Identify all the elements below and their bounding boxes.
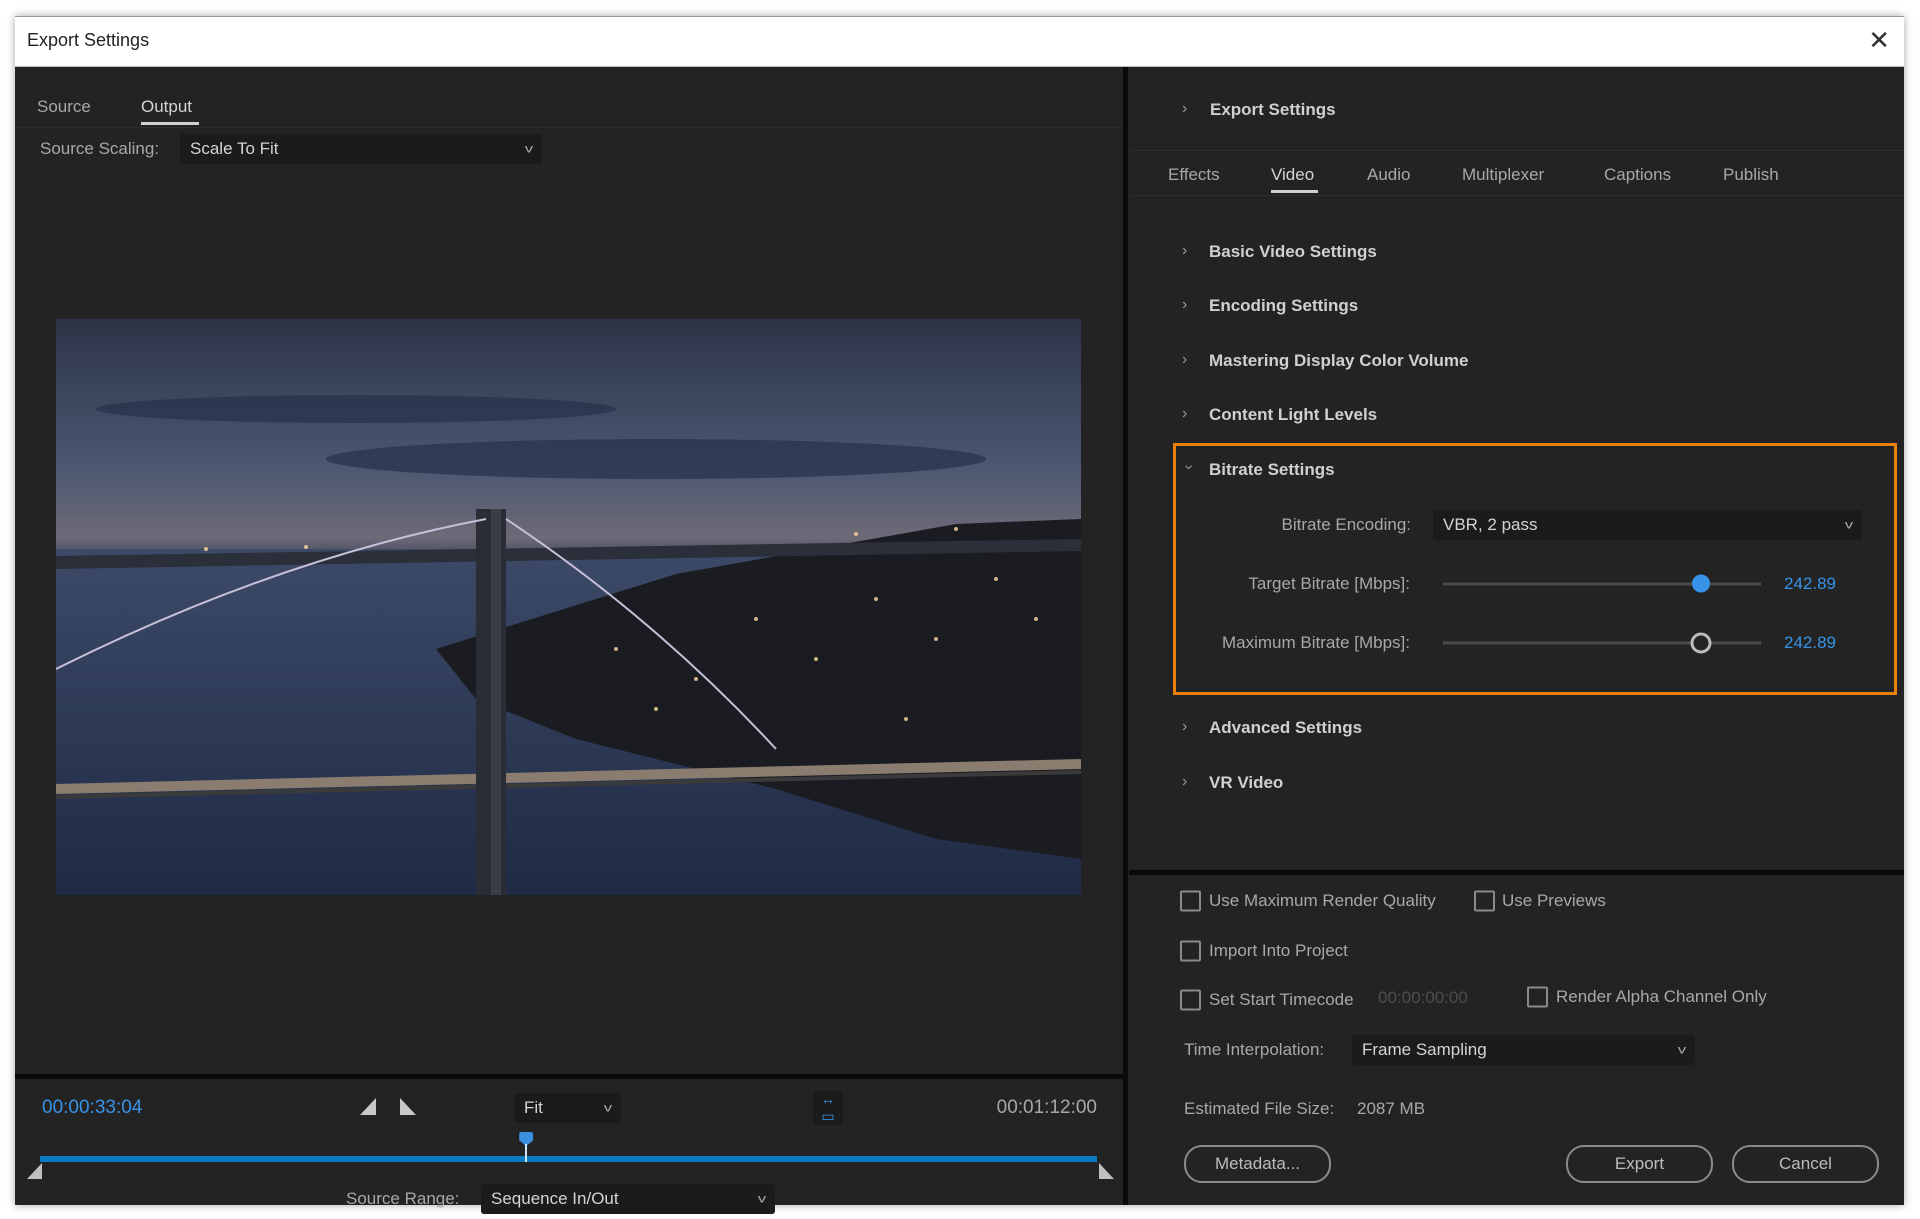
target-bitrate-slider[interactable]: [1443, 583, 1761, 586]
chevron-right-icon[interactable]: ›: [1182, 405, 1187, 423]
file-size-label: Estimated File Size:: [1184, 1099, 1334, 1119]
time-interpolation-dropdown[interactable]: Frame Sampling v: [1352, 1035, 1695, 1065]
max-bitrate-label: Maximum Bitrate [Mbps]:: [1222, 633, 1410, 653]
chevron-down-icon[interactable]: ›: [1180, 465, 1198, 470]
set-start-timecode-checkbox[interactable]: [1180, 990, 1201, 1011]
export-settings-heading[interactable]: Export Settings: [1210, 100, 1336, 120]
metadata-button[interactable]: Metadata...: [1184, 1145, 1331, 1183]
start-timecode-value: 00:00:00:00: [1378, 988, 1468, 1008]
time-interpolation-label: Time Interpolation:: [1184, 1040, 1324, 1060]
chevron-down-icon: v: [604, 1100, 612, 1114]
tab-source[interactable]: Source: [37, 97, 91, 117]
video-preview: [56, 319, 1081, 895]
window-title: Export Settings: [27, 30, 149, 51]
tab-publish[interactable]: Publish: [1723, 165, 1779, 185]
max-bitrate-slider-thumb[interactable]: [1690, 633, 1711, 654]
tab-audio[interactable]: Audio: [1367, 165, 1410, 185]
target-bitrate-slider-thumb[interactable]: [1692, 575, 1710, 593]
timeline-scrubber[interactable]: [40, 1156, 1097, 1162]
left-panel: Source Output Source Scaling: Scale To F…: [15, 67, 1123, 1205]
render-alpha-checkbox[interactable]: [1527, 987, 1548, 1008]
active-tab-underline: [141, 122, 199, 125]
bitrate-encoding-value: VBR, 2 pass: [1443, 515, 1538, 535]
max-bitrate-value[interactable]: 242.89: [1784, 633, 1836, 653]
right-panel: › Export Settings Effects Video Audio Mu…: [1129, 67, 1904, 1205]
max-bitrate-slider[interactable]: [1443, 642, 1761, 645]
playhead[interactable]: [519, 1132, 533, 1162]
target-bitrate-value[interactable]: 242.89: [1784, 574, 1836, 594]
source-scaling-label: Source Scaling:: [40, 139, 159, 159]
work-area-end-handle[interactable]: [1099, 1163, 1114, 1179]
use-previews-label[interactable]: Use Previews: [1502, 891, 1606, 911]
current-timecode[interactable]: 00:00:33:04: [42, 1097, 142, 1119]
source-range-dropdown[interactable]: Sequence In/Out v: [481, 1184, 775, 1214]
chevron-right-icon[interactable]: ›: [1182, 773, 1187, 791]
tab-multiplexer[interactable]: Multiplexer: [1462, 165, 1544, 185]
cancel-button[interactable]: Cancel: [1732, 1145, 1879, 1183]
source-range-label: Source Range:: [346, 1189, 459, 1209]
import-into-project-checkbox[interactable]: [1180, 941, 1201, 962]
panel-divider: [1123, 67, 1128, 1205]
source-range-value: Sequence In/Out: [491, 1189, 619, 1209]
chevron-right-icon[interactable]: ›: [1182, 351, 1187, 369]
file-size-value: 2087 MB: [1357, 1099, 1425, 1119]
zoom-level-value: Fit: [524, 1098, 543, 1118]
options-divider: [1129, 870, 1904, 875]
bitrate-encoding-label: Bitrate Encoding:: [1282, 515, 1411, 535]
active-tab-underline: [1271, 190, 1318, 193]
source-scaling-value: Scale To Fit: [190, 139, 279, 159]
section-basic-video-settings[interactable]: Basic Video Settings: [1209, 242, 1377, 262]
max-render-quality-label[interactable]: Use Maximum Render Quality: [1209, 891, 1436, 911]
chevron-right-icon[interactable]: ›: [1182, 718, 1187, 736]
chevron-down-icon: v: [1678, 1042, 1686, 1056]
section-bitrate-settings[interactable]: Bitrate Settings: [1209, 460, 1335, 480]
mark-out-icon[interactable]: [400, 1098, 416, 1115]
export-button[interactable]: Export: [1566, 1145, 1713, 1183]
bitrate-settings-highlight: [1173, 443, 1897, 695]
chevron-right-icon[interactable]: ›: [1182, 242, 1187, 260]
divider: [15, 127, 1123, 128]
bitrate-encoding-dropdown[interactable]: VBR, 2 pass v: [1433, 510, 1862, 540]
target-bitrate-label: Target Bitrate [Mbps]:: [1248, 574, 1410, 594]
chevron-down-icon: v: [525, 141, 533, 155]
section-content-light-levels[interactable]: Content Light Levels: [1209, 405, 1377, 425]
tab-captions[interactable]: Captions: [1604, 165, 1671, 185]
title-bar: Export Settings ✕: [15, 17, 1904, 67]
max-render-quality-checkbox[interactable]: [1180, 891, 1201, 912]
work-area-start-handle[interactable]: [27, 1163, 42, 1179]
timeline-divider: [15, 1074, 1123, 1079]
divider: [1129, 195, 1904, 196]
divider: [1129, 150, 1904, 151]
source-scaling-dropdown[interactable]: Scale To Fit v: [180, 134, 542, 164]
tab-effects[interactable]: Effects: [1168, 165, 1220, 185]
chevron-right-icon[interactable]: ›: [1182, 296, 1187, 314]
tab-video[interactable]: Video: [1271, 165, 1314, 185]
close-icon[interactable]: ✕: [1868, 25, 1890, 56]
section-advanced-settings[interactable]: Advanced Settings: [1209, 718, 1362, 738]
mark-in-icon[interactable]: [360, 1098, 376, 1115]
tab-output[interactable]: Output: [141, 97, 192, 117]
end-timecode: 00:01:12:00: [997, 1097, 1097, 1119]
import-into-project-label[interactable]: Import Into Project: [1209, 941, 1348, 961]
chevron-right-icon[interactable]: ›: [1182, 100, 1187, 118]
chevron-down-icon: v: [758, 1191, 766, 1205]
set-start-timecode-label[interactable]: Set Start Timecode: [1209, 990, 1354, 1010]
chevron-down-icon: v: [1845, 517, 1853, 531]
aspect-ratio-correction-icon[interactable]: ↔▭: [813, 1091, 843, 1125]
use-previews-checkbox[interactable]: [1474, 891, 1495, 912]
time-interpolation-value: Frame Sampling: [1362, 1040, 1487, 1060]
render-alpha-label[interactable]: Render Alpha Channel Only: [1556, 987, 1767, 1007]
section-vr-video[interactable]: VR Video: [1209, 773, 1283, 793]
zoom-level-dropdown[interactable]: Fit v: [514, 1093, 621, 1123]
export-settings-dialog: Export Settings ✕ Source Output Source S…: [15, 16, 1904, 1205]
section-mastering-display[interactable]: Mastering Display Color Volume: [1209, 351, 1468, 371]
section-encoding-settings[interactable]: Encoding Settings: [1209, 296, 1358, 316]
